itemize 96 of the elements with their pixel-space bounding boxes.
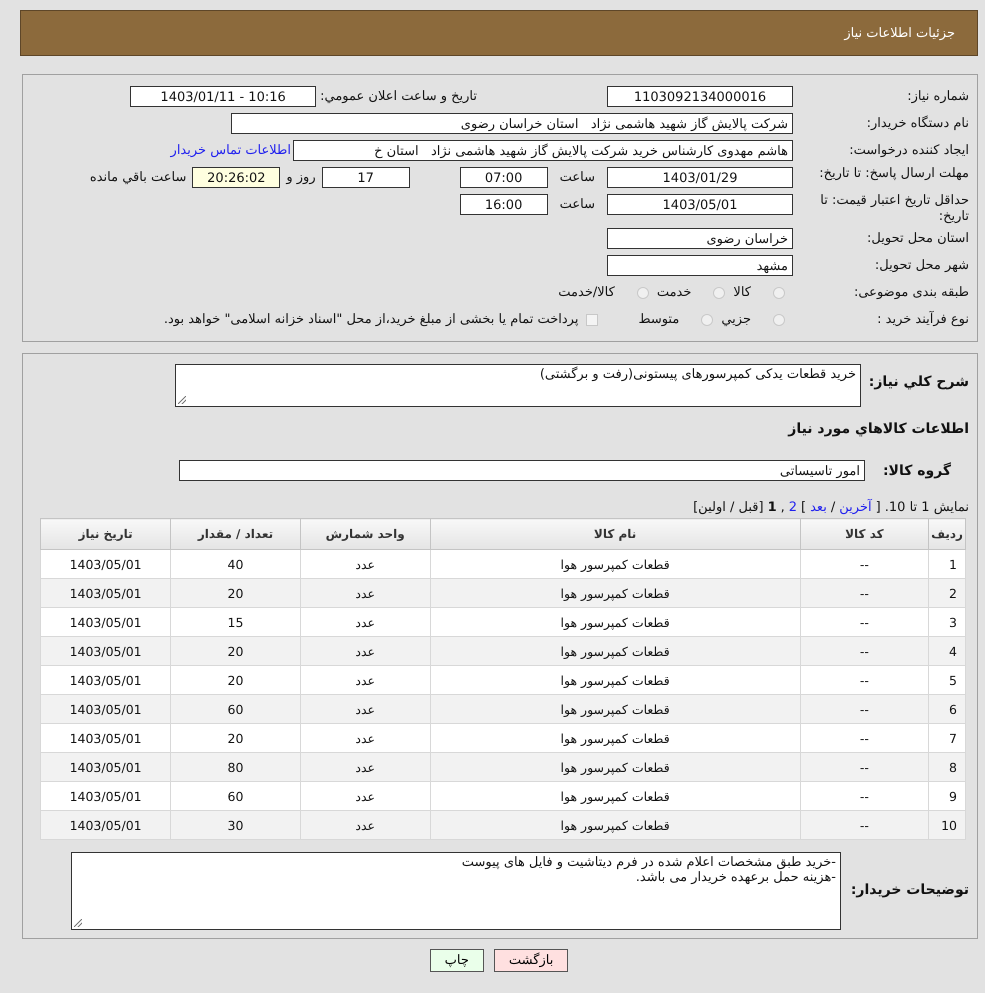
column-header: نام کالا [430,518,800,550]
table-cell: 1403/05/01 [40,810,171,840]
table-cell: 4 [928,636,966,666]
radio-button[interactable] [773,314,785,326]
goods-group-field[interactable]: امور تاسیساتی [179,460,865,481]
remaining-time-field[interactable]: 20:26:02 [192,167,280,188]
table-cell: عدد [300,752,430,782]
table-cell: عدد [300,578,430,608]
column-header: واحد شمارش [300,518,430,550]
table-cell: قطعات کمپرسور هوا [430,810,800,840]
table-cell: 1403/05/01 [40,636,171,666]
current-page: 1 [768,500,777,515]
announce-date-field[interactable]: 1403/01/11 - 10:16 [130,86,316,107]
checkbox-label: پرداخت تمام یا بخشی از مبلغ خرید،از محل "اسناد خزانه اسلامی" خواهد بود. [164,312,578,327]
field-label: نام دستگاه خريدار: [866,116,969,132]
radio-label: کالا [733,285,751,300]
table-cell: -- [800,752,929,782]
time-field[interactable]: 07:00 [460,167,548,188]
radio-label: خدمت [656,285,692,300]
field-label: نوع فرآیند خرید : [876,312,969,328]
requester-field[interactable]: هاشم مهدوی کارشناس خرید شرکت پالایش گاز شهید هاشمی نژاد استان خ [293,140,793,161]
radio-label: متوسط [638,312,680,327]
column-header: ردیف [928,518,966,550]
column-header: تعداد / مقدار [170,518,300,550]
radio-button[interactable] [713,286,726,298]
radio-label: جزيي [721,312,751,327]
time-label: ساعت [560,169,595,187]
table-cell: قطعات کمپرسور هوا [430,752,800,782]
checkbox[interactable] [586,314,598,326]
time-label: ساعت [560,196,595,214]
table-cell: 20 [170,636,300,666]
description-field[interactable]: خرید قطعات یدکی کمپرسورهای پیستونی(رفت و برگشتی) [175,364,861,407]
back-button[interactable]: بازگشت [494,949,568,972]
section-title: اطلاعات کالاهاي مورد نياز [786,421,969,437]
radio-button[interactable] [701,314,714,326]
column-header: کد کالا [800,518,929,550]
field-label: شرح کلي نياز: [868,373,969,390]
field-label: تاریخ و ساعت اعلان عمومي: [320,89,477,104]
page-link[interactable]: 2 [788,500,798,515]
field-label: حداقل تاريخ اعتبار قيمت: تا تاریخ: [819,192,969,225]
contact-link[interactable]: اطلاعات تماس خريدار [170,143,291,158]
table-cell: 10 [928,810,966,840]
table-cell: -- [800,636,929,666]
province-field[interactable]: خراسان رضوی [607,228,793,249]
table-cell: 30 [170,810,300,840]
pagination-text: ] [801,500,806,515]
radio-label: کالا/خدمت [558,285,615,300]
table-cell: -- [800,694,929,724]
radio-button[interactable] [636,286,649,298]
table-cell: قطعات کمپرسور هوا [430,636,800,666]
table-cell: 1403/05/01 [40,694,171,724]
pagination-text: / [830,500,836,515]
table-cell: عدد [300,694,430,724]
buyer-field[interactable]: شرکت پالایش گاز شهید هاشمی نژاد استان خراسان رضوی [231,113,793,134]
pagination-text: [قبل / اولین] [693,500,764,515]
resize-grip-icon[interactable] [74,919,82,927]
table-cell: 1403/05/01 [40,578,171,608]
page-link[interactable]: بعد [810,500,827,515]
buyer-notes-field[interactable]: -خرید طبق مشخصات اعلام شده در فرم دیتاشیت و فایل های پیوست -هزینه حمل برعهده خریدار می باشد. [71,852,841,930]
radio-button[interactable] [773,286,785,298]
table-cell: قطعات کمپرسور هوا [430,578,800,608]
days-label: روز و [286,169,316,187]
pagination-text: نمایش 1 تا 10. [ [876,500,969,515]
page-title: جزئیات اطلاعات نیاز [844,26,955,40]
field-label: شماره نیاز: [906,88,969,104]
table-cell: -- [800,810,929,840]
time-field[interactable]: 16:00 [460,194,548,215]
table-cell: عدد [300,810,430,840]
field-label: شهر محل تحويل: [874,258,969,274]
table-cell: 8 [928,752,966,782]
pagination-text: , [780,500,785,515]
resize-grip-icon[interactable] [178,396,186,404]
table-cell: قطعات کمپرسور هوا [430,694,800,724]
need-number-field[interactable]: 1103092134000016 [607,86,793,107]
date-field[interactable]: 1403/05/01 [607,194,793,215]
print-button[interactable]: چاپ [430,949,484,972]
page-link[interactable]: آخرین [839,500,872,515]
field-label: استان محل تحويل: [866,230,969,246]
field-label: گروه کالا: [882,462,952,478]
field-label: مهلت ارسال پاسخ: تا تاریخ: [818,165,969,182]
field-label: طبقه بندی موضوعی: [852,284,969,300]
table-cell: 20 [170,578,300,608]
table-cell: 60 [170,694,300,724]
table-cell: -- [800,578,929,608]
table-cell: 80 [170,752,300,782]
city-field[interactable]: مشهد [607,255,793,276]
table-cell: 1403/05/01 [40,752,171,782]
days-field[interactable]: 17 [322,167,410,188]
remaining-label: ساعت باقي مانده [90,169,186,187]
column-header: تاریخ نیاز [40,518,171,550]
field-label: توضیحات خریدار: [850,881,969,898]
table-cell: عدد [300,636,430,666]
field-label: ايجاد کننده درخواست: [848,142,969,158]
table-cell: 2 [928,578,966,608]
date-field[interactable]: 1403/01/29 [607,167,793,188]
table-cell: 6 [928,694,966,724]
